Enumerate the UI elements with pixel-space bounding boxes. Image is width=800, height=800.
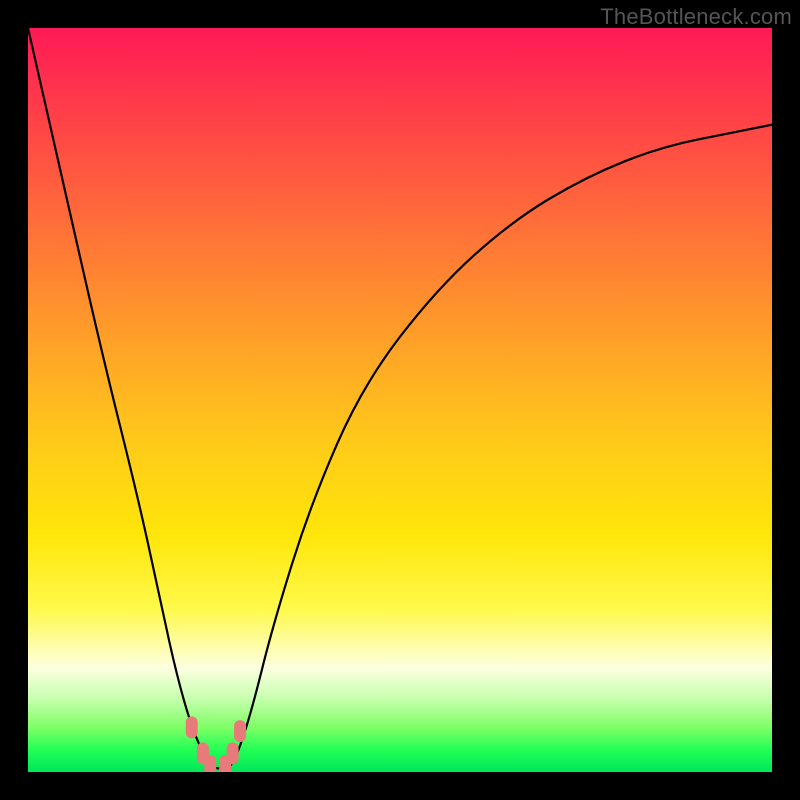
optimal-marker	[204, 755, 216, 772]
optimal-marker	[186, 716, 198, 738]
optimal-marker	[227, 742, 239, 764]
chart-area	[28, 28, 772, 772]
optimal-marker	[234, 720, 246, 742]
attribution-text: TheBottleneck.com	[600, 4, 792, 30]
optimal-markers	[186, 716, 246, 772]
bottleneck-curve	[28, 28, 772, 768]
bottleneck-curve-svg	[28, 28, 772, 772]
